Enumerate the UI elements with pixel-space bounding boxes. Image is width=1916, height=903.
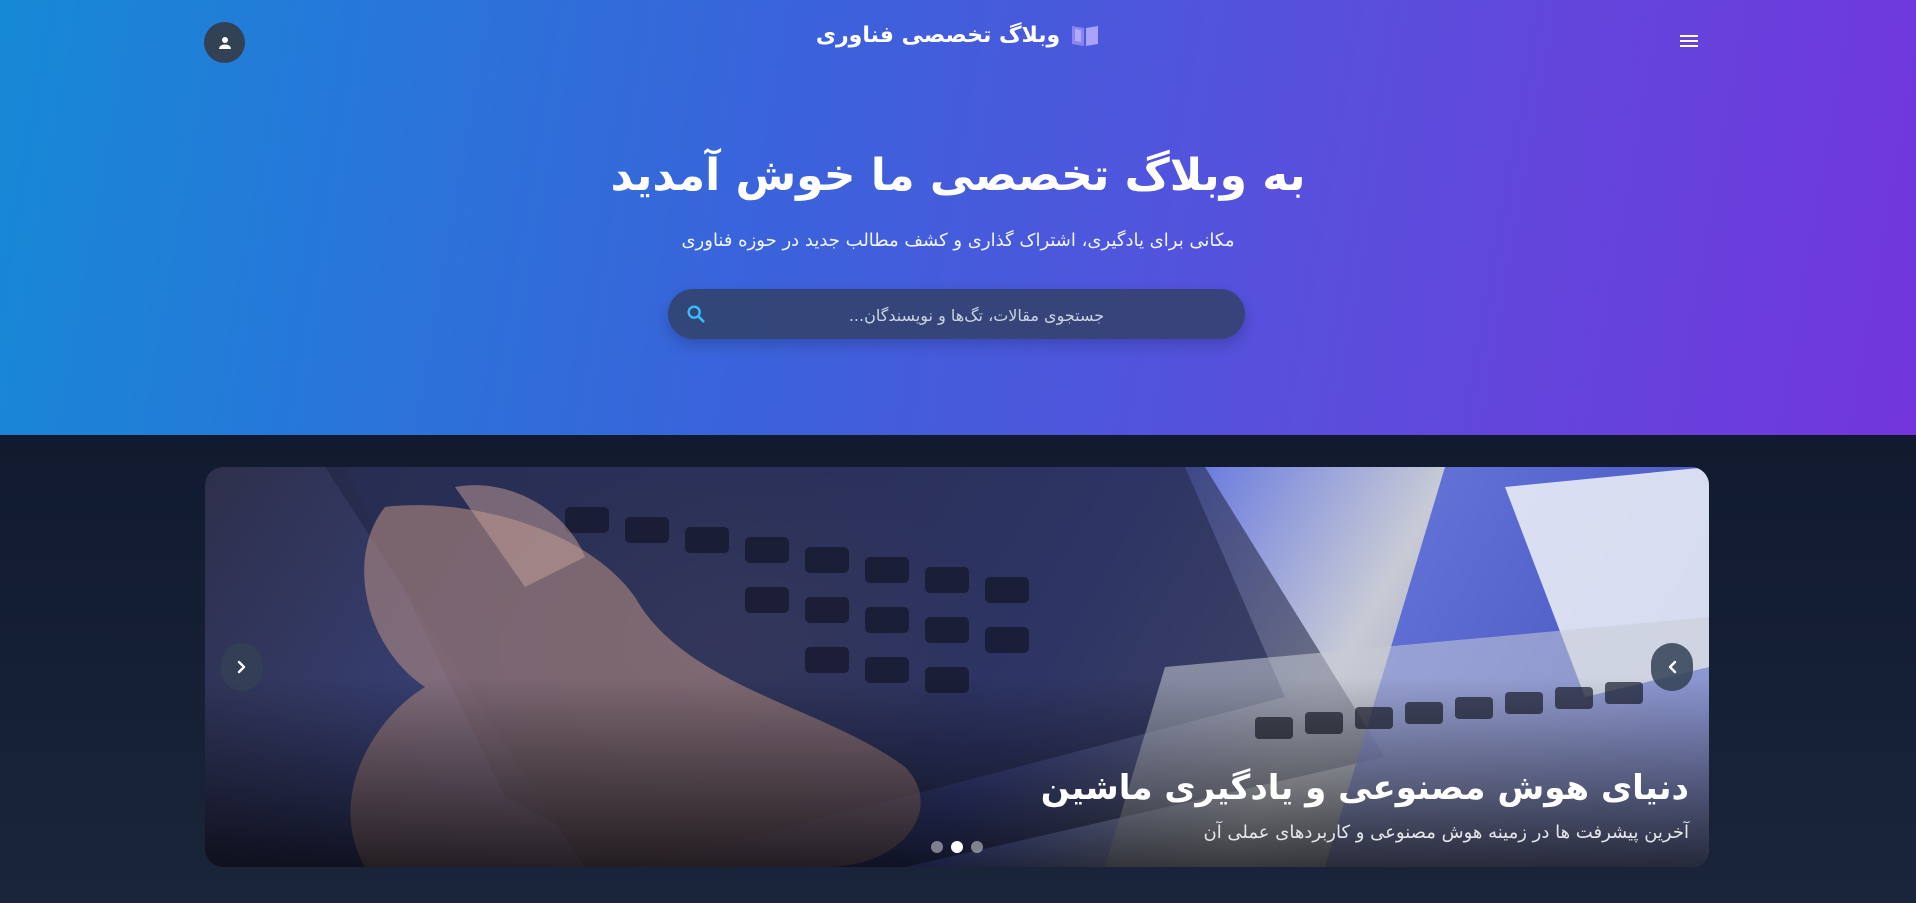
slider-dot[interactable]	[931, 841, 943, 853]
featured-slider[interactable]: دنیای هوش مصنوعی و یادگیری ماشین آخرین پ…	[205, 467, 1709, 867]
brand-title: وبلاگ تخصصی فناوری	[815, 22, 1061, 48]
slider-dot[interactable]	[971, 841, 983, 853]
search-bar[interactable]	[668, 289, 1245, 341]
hero-title: به وبلاگ تخصصی ما خوش آمدید	[610, 150, 1306, 201]
chevron-left-icon	[1668, 660, 1677, 674]
slider-prev-button[interactable]	[1651, 643, 1693, 691]
book-open-icon	[1072, 26, 1099, 46]
slide-title[interactable]: دنیای هوش مصنوعی و یادگیری ماشین	[1041, 768, 1689, 808]
slider-dot-active[interactable]	[951, 841, 963, 853]
slider-dots	[205, 841, 1709, 853]
search-input[interactable]	[728, 289, 1225, 341]
menu-icon	[1680, 35, 1698, 47]
hero-subtitle: مکانی برای یادگیری، اشتراک گذاری و کشف م…	[681, 230, 1235, 251]
slide-description: آخرین پیشرفت ها در زمینه هوش مصنوعی و کا…	[1203, 822, 1689, 843]
menu-button[interactable]	[1676, 28, 1702, 54]
slider-next-button[interactable]	[221, 643, 263, 691]
slide-caption: دنیای هوش مصنوعی و یادگیری ماشین آخرین پ…	[1041, 768, 1689, 843]
brand-logo[interactable]: وبلاگ تخصصی فناوری	[0, 22, 1916, 48]
top-navbar: وبلاگ تخصصی فناوری	[0, 0, 1916, 85]
search-icon[interactable]	[685, 303, 707, 325]
chevron-right-icon	[237, 660, 246, 674]
hero-section: وبلاگ تخصصی فناوری به وبلاگ تخصصی ما خوش…	[0, 0, 1916, 435]
